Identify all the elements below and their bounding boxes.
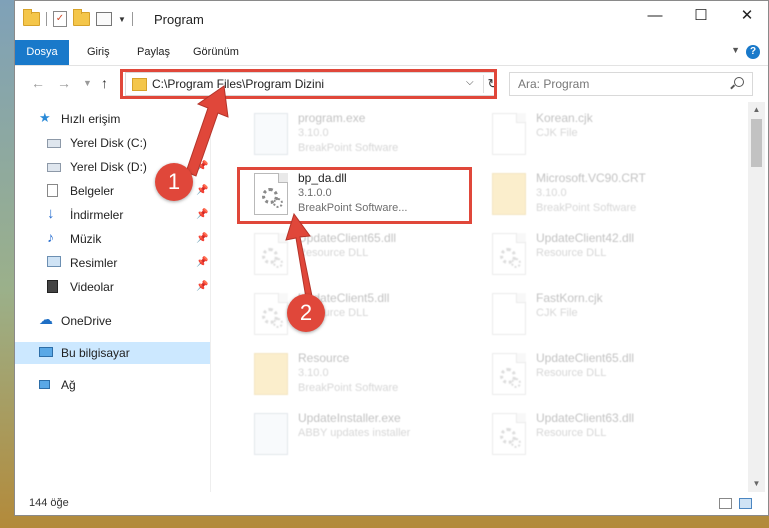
arrow-1 xyxy=(185,85,229,177)
callout-arrows xyxy=(185,85,313,299)
callout-badge-2: 2 xyxy=(287,294,325,332)
arrow-2 xyxy=(285,212,313,299)
callout-badge-1: 1 xyxy=(155,163,193,201)
